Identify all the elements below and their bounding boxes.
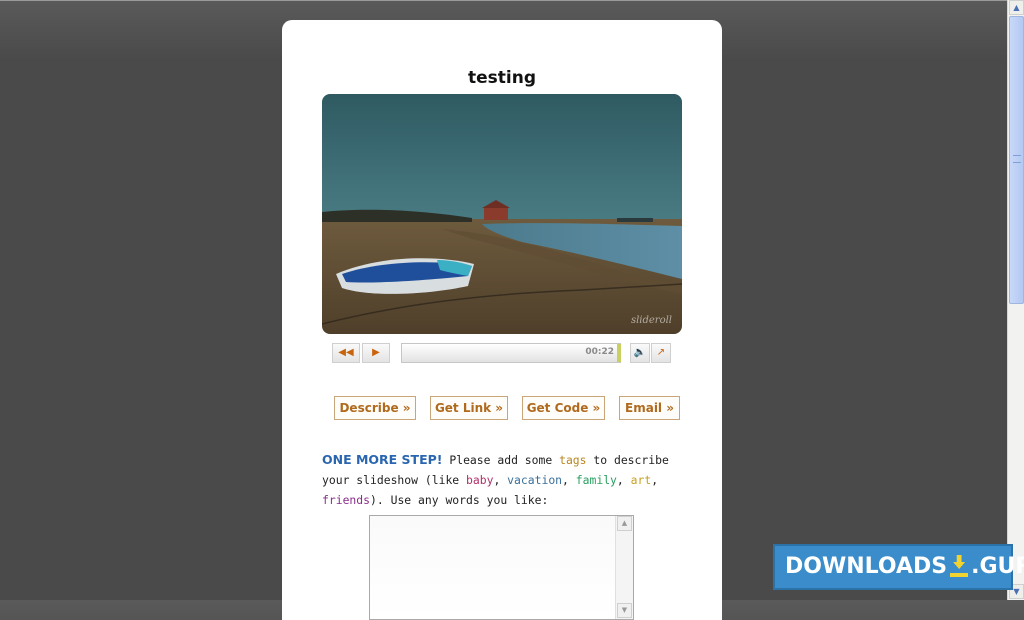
time-readout: 00:22 xyxy=(585,347,614,357)
get-link-button[interactable]: Get Link » xyxy=(430,396,508,420)
progress-bar[interactable]: 00:22 xyxy=(401,343,621,363)
download-icon xyxy=(949,553,969,581)
player-controls: ◀◀ ▶ 00:22 🔈 ↗ xyxy=(332,343,672,365)
scroll-up-icon[interactable]: ▲ xyxy=(617,516,632,531)
slideroll-watermark: slideroll xyxy=(630,315,672,326)
example-tag: vacation xyxy=(507,473,563,487)
tags-word: tags xyxy=(559,453,587,467)
logo-text-right: .GURU xyxy=(971,554,1024,579)
example-tag: baby xyxy=(466,473,494,487)
email-button[interactable]: Email » xyxy=(619,396,680,420)
example-tag: friends xyxy=(322,493,371,507)
scroll-up-icon[interactable]: ▲ xyxy=(1009,0,1024,15)
popout-button[interactable]: ↗ xyxy=(651,343,671,363)
one-more-step-heading: ONE MORE STEP! xyxy=(322,452,443,467)
describe-button[interactable]: Describe » xyxy=(334,396,416,420)
tags-textarea[interactable] xyxy=(370,516,616,619)
example-tag: art xyxy=(630,473,652,487)
rewind-icon: ◀◀ xyxy=(338,347,354,358)
play-button[interactable]: ▶ xyxy=(362,343,390,363)
get-code-button[interactable]: Get Code » xyxy=(522,396,605,420)
slideshow-photo[interactable]: slideroll xyxy=(322,94,682,334)
textarea-scrollbar[interactable]: ▲ ▼ xyxy=(615,516,633,619)
scroll-down-icon[interactable]: ▼ xyxy=(617,603,632,618)
scroll-thumb[interactable] xyxy=(1009,16,1024,304)
share-actions: Describe » Get Link » Get Code » Email » xyxy=(334,396,684,422)
tags-textarea-box: ▲ ▼ xyxy=(369,515,634,620)
volume-icon: 🔈 xyxy=(633,347,647,358)
browser-scrollbar[interactable]: ▲ ▼ xyxy=(1007,0,1024,600)
progress-handle[interactable] xyxy=(617,344,621,362)
logo-text-left: DOWNLOADS xyxy=(785,554,948,579)
popout-icon: ↗ xyxy=(656,347,666,358)
grip-icon xyxy=(1013,155,1021,163)
rewind-button[interactable]: ◀◀ xyxy=(332,343,360,363)
window-top-edge xyxy=(0,0,1007,1)
example-tag: family xyxy=(575,473,617,487)
tag-instructions: ONE MORE STEP! Please add some tags to d… xyxy=(322,452,669,507)
slideshow-card: testing slideroll ◀◀ ▶ 00:22 🔈 ↗ Describ… xyxy=(282,20,722,620)
slideshow-title: testing xyxy=(468,68,536,88)
downloads-guru-logo: DOWNLOADS .GURU xyxy=(773,544,1024,590)
instruction-text: Please add some xyxy=(442,453,560,467)
play-icon: ▶ xyxy=(372,347,380,358)
beach-boat-image xyxy=(322,94,682,334)
instruction-text: ). Use any words you like: xyxy=(370,493,549,507)
volume-button[interactable]: 🔈 xyxy=(630,343,650,363)
